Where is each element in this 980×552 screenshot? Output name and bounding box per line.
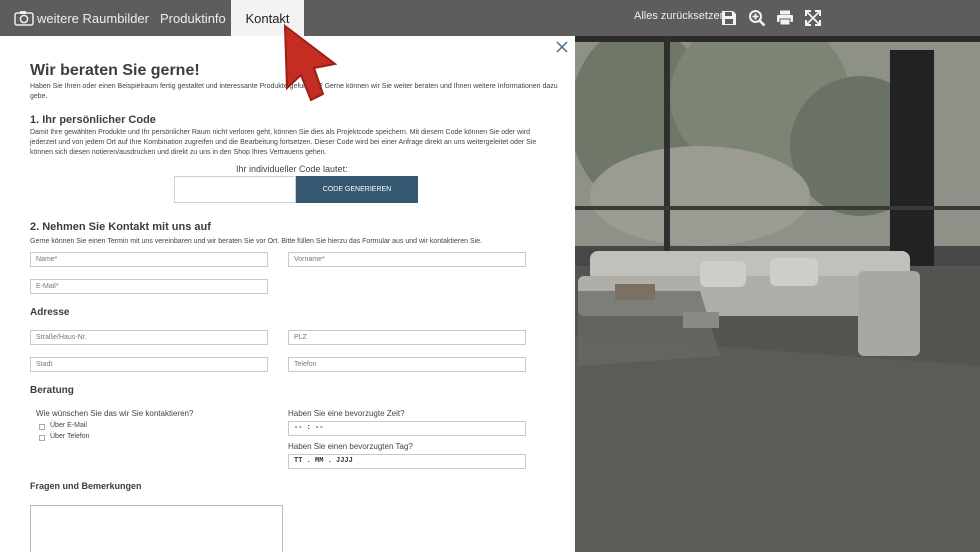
tab-weitere-raumbilder[interactable]: weitere Raumbilder	[14, 0, 149, 36]
vorname-field[interactable]: Vorname*	[288, 252, 526, 267]
email-field[interactable]: E-Mail*	[30, 279, 268, 294]
section1-text: Damit Ihre gewählten Produkte und Ihr pe…	[30, 129, 537, 156]
remarks-textarea[interactable]	[30, 505, 283, 552]
code-label: Ihr individueller Code lautet:	[236, 164, 348, 174]
code-input[interactable]	[174, 176, 296, 203]
phone-field[interactable]: Telefon	[288, 357, 526, 372]
plz-field[interactable]: PLZ	[288, 330, 526, 345]
reset-all-link[interactable]: Alles zurücksetzen	[634, 10, 726, 22]
address-heading: Adresse	[30, 307, 70, 318]
street-field[interactable]: Straße/Haus-Nr.	[30, 330, 268, 345]
camera-icon	[14, 11, 34, 26]
top-toolbar: weitere Raumbilder Produktinfo Kontakt A…	[0, 0, 980, 36]
section2-heading: 2. Nehmen Sie Kontakt mit uns auf	[30, 221, 211, 233]
remarks-heading: Fragen und Bemerkungen	[30, 481, 142, 491]
print-icon[interactable]	[776, 9, 794, 27]
day-question: Haben Sie einen bevorzugten Tag?	[288, 442, 413, 451]
time-input[interactable]: -- : --	[288, 421, 526, 436]
generate-code-button[interactable]: CODE GENERIEREN	[296, 176, 418, 203]
tab-label: Produktinfo	[160, 10, 226, 26]
name-field[interactable]: Name*	[30, 252, 268, 267]
email-checkbox[interactable]	[39, 424, 45, 430]
contact-question: Wie wünschen Sie das wir Sie kontaktiere…	[36, 409, 194, 418]
close-icon[interactable]	[555, 40, 569, 54]
section2-text: Gerne können Sie einen Termin mit uns ve…	[30, 238, 482, 245]
section1-heading: 1. Ihr persönlicher Code	[30, 114, 156, 126]
email-option-label: Über E-Mail	[50, 422, 87, 429]
save-icon[interactable]	[720, 9, 738, 27]
phone-checkbox[interactable]	[39, 435, 45, 441]
tab-label: weitere Raumbilder	[37, 10, 149, 26]
time-question: Haben Sie eine bevorzugte Zeit?	[288, 409, 405, 418]
tab-produktinfo[interactable]: Produktinfo	[160, 0, 226, 36]
beratung-heading: Beratung	[30, 385, 74, 396]
date-input[interactable]: TT . MM . JJJJ	[288, 454, 526, 469]
fullscreen-icon[interactable]	[804, 9, 822, 27]
zoom-in-icon[interactable]	[748, 9, 766, 27]
city-field[interactable]: Stadt	[30, 357, 268, 372]
phone-option-label: Über Telefon	[50, 433, 90, 440]
pointer-arrow-icon	[283, 23, 338, 102]
panel-title: Wir beraten Sie gerne!	[30, 62, 200, 79]
